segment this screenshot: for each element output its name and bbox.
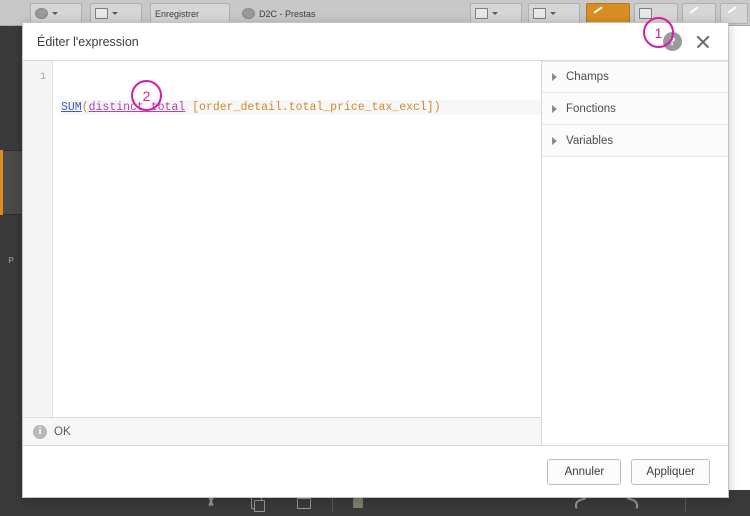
line-number: 1 bbox=[39, 72, 46, 83]
chart-icon bbox=[475, 8, 488, 19]
pen-icon bbox=[591, 8, 604, 19]
arrow-icon bbox=[725, 8, 738, 19]
toolbar-table-group[interactable] bbox=[634, 3, 678, 24]
distinct-total-keyword: distinct total bbox=[88, 101, 186, 114]
token-function-sum: SUM bbox=[61, 101, 82, 114]
sidebar-page-letter: P bbox=[8, 256, 14, 265]
toolbar-arrow-group[interactable] bbox=[720, 3, 748, 24]
line-icon bbox=[687, 8, 700, 19]
circle-icon bbox=[242, 8, 255, 19]
toolbar-edit-group[interactable] bbox=[586, 3, 630, 24]
panel-empty-area bbox=[542, 157, 728, 445]
save-label: Enregistrer bbox=[155, 8, 200, 19]
info-icon: i bbox=[33, 424, 47, 439]
panel-section-variables[interactable]: Variables bbox=[542, 125, 728, 157]
token-close-paren: ) bbox=[433, 101, 441, 114]
document-title-label: D2C - Prestas bbox=[259, 8, 316, 19]
editor-status-bar: i OK bbox=[23, 417, 541, 445]
list-icon bbox=[95, 8, 108, 19]
toolbar-save-group[interactable]: Enregistrer bbox=[150, 3, 230, 24]
chevron-down-icon bbox=[112, 12, 118, 15]
chevron-right-icon bbox=[552, 136, 557, 145]
expression-line-1: SUM(distinct total [order_detail.total_p… bbox=[61, 100, 541, 115]
panel-section-fonctions[interactable]: Fonctions bbox=[542, 93, 728, 125]
panel-section-champs[interactable]: Champs bbox=[542, 61, 728, 93]
panel-section-label: Variables bbox=[566, 134, 614, 147]
object-icon bbox=[533, 8, 546, 19]
back-arrow-icon bbox=[35, 8, 48, 19]
dialog-body: 1 SUM(distinct total [order_detail.total… bbox=[23, 61, 728, 445]
code-editor[interactable]: 1 SUM(distinct total [order_detail.total… bbox=[23, 61, 541, 417]
chevron-down-icon bbox=[52, 12, 58, 15]
editor-pane: 1 SUM(distinct total [order_detail.total… bbox=[23, 61, 542, 445]
chevron-down-icon bbox=[492, 12, 498, 15]
apply-button[interactable]: Appliquer bbox=[631, 458, 710, 485]
toolbar-object-group[interactable] bbox=[528, 3, 580, 24]
close-icon[interactable] bbox=[692, 31, 714, 53]
help-icon[interactable]: ? bbox=[663, 32, 682, 51]
status-message: OK bbox=[54, 425, 71, 438]
table-icon bbox=[639, 8, 652, 19]
toolbar-nav-group[interactable] bbox=[30, 3, 82, 24]
reference-side-panel: Champs Fonctions Variables bbox=[542, 61, 728, 445]
cancel-button[interactable]: Annuler bbox=[547, 458, 622, 485]
panel-section-label: Champs bbox=[566, 71, 609, 83]
token-open-paren: ( bbox=[81, 101, 89, 114]
token-field-reference: [order_detail.total_price_tax_excl] bbox=[192, 101, 434, 114]
panel-section-label: Fonctions bbox=[566, 102, 616, 115]
chevron-right-icon bbox=[552, 73, 557, 81]
sidebar-segment-active[interactable] bbox=[0, 150, 22, 215]
dialog-footer: Annuler Appliquer bbox=[23, 445, 728, 497]
chevron-right-icon bbox=[552, 104, 557, 113]
toolbar-line-group[interactable] bbox=[682, 3, 716, 24]
expression-input[interactable]: SUM(distinct total [order_detail.total_p… bbox=[53, 61, 541, 417]
background-sidebar: P bbox=[0, 26, 22, 490]
toolbar-insert-group[interactable] bbox=[470, 3, 522, 24]
toolbar-list-group[interactable] bbox=[90, 3, 142, 24]
sidebar-active-accent bbox=[0, 150, 3, 215]
chevron-down-icon bbox=[550, 12, 556, 15]
line-number-gutter: 1 bbox=[23, 61, 53, 417]
expression-editor-dialog: Éditer l'expression ? 1 SUM(distinct tot… bbox=[22, 22, 729, 498]
dialog-title: Éditer l'expression bbox=[37, 34, 139, 49]
dialog-titlebar: Éditer l'expression ? bbox=[23, 23, 728, 61]
toolbar-document-group[interactable]: D2C - Prestas bbox=[238, 3, 334, 24]
